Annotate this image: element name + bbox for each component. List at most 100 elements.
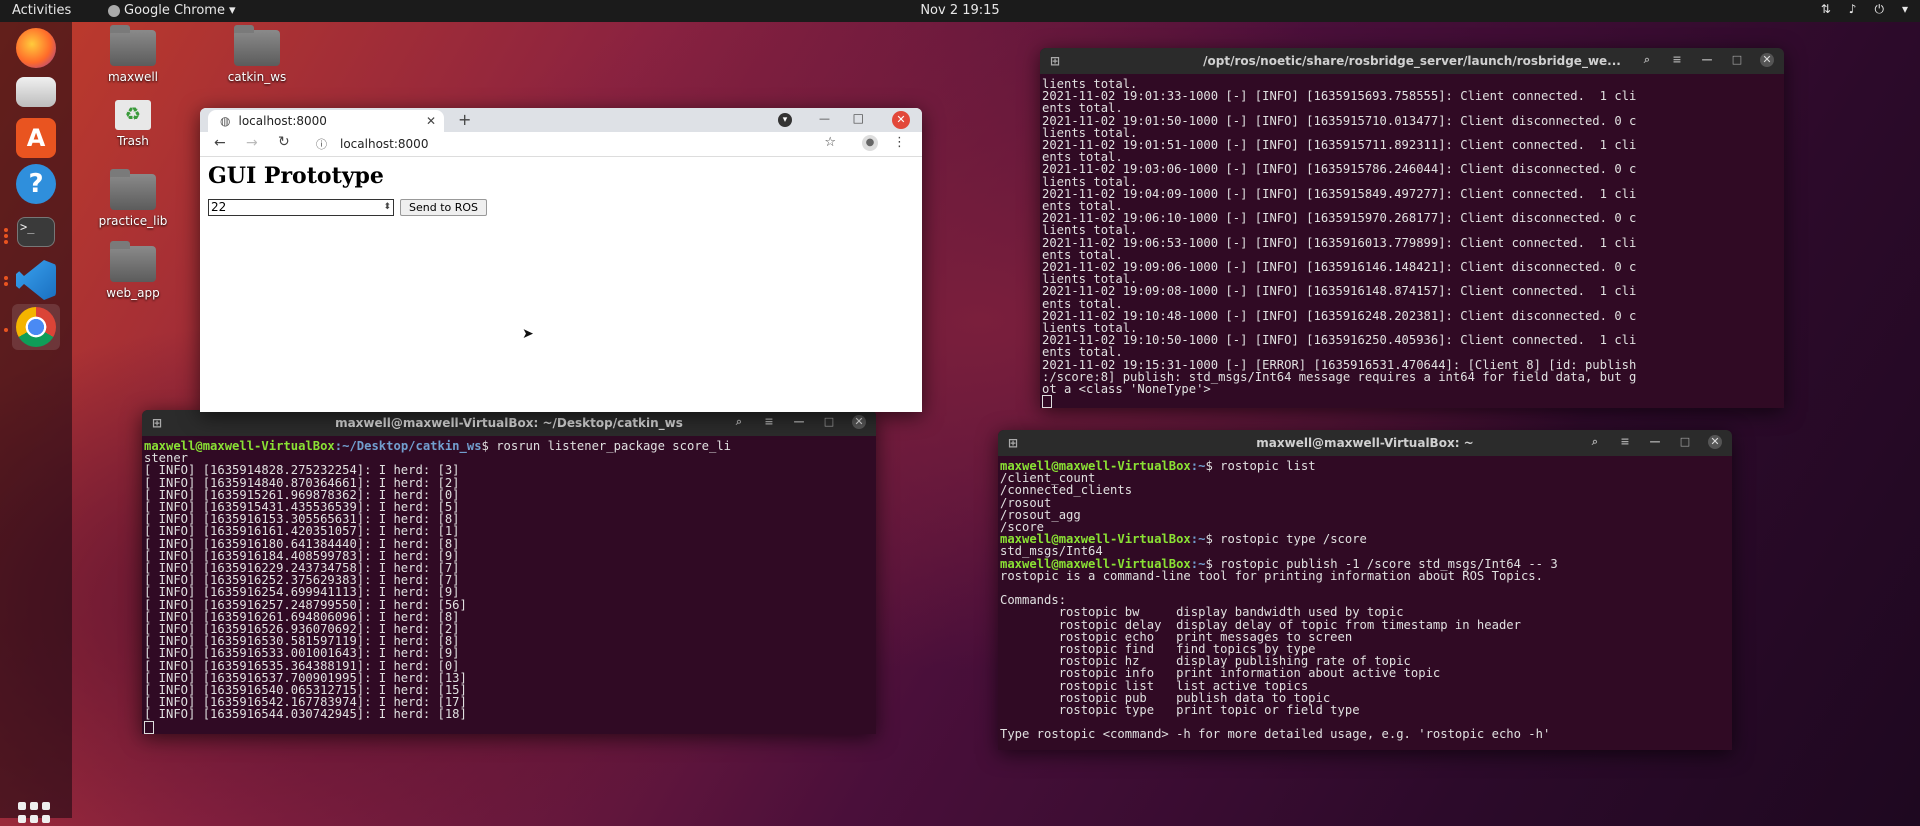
browser-tab[interactable]: ◍ localhost:8000 ✕ xyxy=(208,110,444,132)
back-icon[interactable]: ← xyxy=(214,135,226,151)
desktop-icon-home[interactable]: maxwell xyxy=(88,25,178,84)
folder-icon xyxy=(110,169,156,210)
profile-icon[interactable]: ● xyxy=(862,135,878,151)
spinner-icon[interactable]: ⬍ xyxy=(383,200,391,215)
window-titlebar[interactable]: ⊞ /opt/ros/noetic/share/rosbridge_server… xyxy=(1040,48,1784,74)
window-title: maxwell@maxwell-VirtualBox: ~/Desktop/ca… xyxy=(335,416,683,430)
reload-icon[interactable]: ↻ xyxy=(278,134,290,150)
top-bar: Activities Google Chrome ▾ Nov 2 19:15 ⇅… xyxy=(0,0,1920,22)
terminal-output[interactable]: maxwell@maxwell-VirtualBox:~$ rostopic l… xyxy=(998,456,1732,741)
running-indicator xyxy=(4,282,8,286)
trash-icon: ♻ xyxy=(115,100,151,130)
maximize-button[interactable]: □ xyxy=(1678,435,1692,449)
help-line: rostopic type print topic or field type xyxy=(1000,703,1360,718)
maximize-button[interactable]: □ xyxy=(822,415,836,429)
new-tab-icon[interactable]: ⊞ xyxy=(1008,436,1018,450)
listener-terminal-window[interactable]: ⊞ maxwell@maxwell-VirtualBox: ~/Desktop/… xyxy=(142,410,876,734)
page-content: GUI Prototype 22 ⬍ Send to ROS ➤ xyxy=(200,157,922,342)
close-button[interactable]: ✕ xyxy=(1708,435,1722,449)
more-menu-icon[interactable]: ⋮ xyxy=(893,135,906,150)
folder-icon xyxy=(110,241,156,282)
info-icon: ⓘ xyxy=(316,138,327,151)
window-title: maxwell@maxwell-VirtualBox: ~ xyxy=(1256,436,1474,450)
mouse-cursor-icon: ➤ xyxy=(522,326,534,342)
dock-firefox[interactable] xyxy=(12,28,60,68)
close-button[interactable]: ✕ xyxy=(1760,53,1774,67)
new-tab-icon[interactable]: ⊞ xyxy=(152,416,162,430)
dock-vscode[interactable] xyxy=(12,260,60,300)
desktop-icon-label: catkin_ws xyxy=(227,70,287,84)
command: $ rostopic type /score xyxy=(1205,532,1367,547)
tab-close-icon[interactable]: ✕ xyxy=(426,114,436,128)
prompt-path: :~/Desktop/catkin_ws xyxy=(334,439,482,453)
menu-icon[interactable]: ≡ xyxy=(762,415,776,429)
maximize-button[interactable]: □ xyxy=(853,111,864,125)
dock-terminal[interactable]: >_ xyxy=(12,212,60,252)
search-icon[interactable]: ⌕ xyxy=(732,415,746,429)
desktop-icon-catkin-ws[interactable]: catkin_ws xyxy=(212,25,302,84)
menu-icon[interactable]: ≡ xyxy=(1618,435,1632,449)
help-icon: ? xyxy=(16,164,56,204)
show-applications-button[interactable] xyxy=(18,802,52,826)
chrome-window[interactable]: ◍ localhost:8000 ✕ + ▾ — □ ✕ ← → ↻ ⓘ loc… xyxy=(200,108,922,412)
log-line: 2021-11-02 19:01:51-1000 [-] [INFO] [163… xyxy=(1042,138,1637,153)
desktop-icon-label: maxwell xyxy=(107,70,158,84)
address-bar[interactable]: localhost:8000 xyxy=(340,137,428,151)
home-folder-icon xyxy=(110,25,156,66)
desktop-icon-label: web_app xyxy=(106,286,160,300)
volume-icon: ♪ xyxy=(1848,2,1857,16)
running-indicator xyxy=(4,328,8,332)
terminal-icon: >_ xyxy=(17,217,55,247)
terminal-output[interactable]: maxwell@maxwell-VirtualBox:~/Desktop/cat… xyxy=(142,436,876,734)
help-line: Type rostopic <command> -h for more deta… xyxy=(1000,727,1551,742)
rostopic-terminal-window[interactable]: ⊞ maxwell@maxwell-VirtualBox: ~ ⌕ ≡ — □ … xyxy=(998,430,1732,750)
forward-icon[interactable]: → xyxy=(246,135,258,151)
help-line: rostopic is a command-line tool for prin… xyxy=(1000,568,1543,583)
window-titlebar[interactable]: ⊞ maxwell@maxwell-VirtualBox: ~/Desktop/… xyxy=(142,410,876,436)
send-to-ros-button[interactable]: Send to ROS xyxy=(400,199,488,216)
desktop-icon-label: Trash xyxy=(117,134,149,148)
profile-dropdown-icon[interactable]: ▾ xyxy=(778,113,792,127)
window-titlebar[interactable]: ⊞ maxwell@maxwell-VirtualBox: ~ ⌕ ≡ — □ … xyxy=(998,430,1732,456)
menu-icon[interactable]: ≡ xyxy=(1670,53,1684,67)
command: $ rosrun listener_package score_li xyxy=(481,439,732,453)
prompt-path: :~ xyxy=(1190,459,1206,473)
terminal-output[interactable]: lients total. 2021-11-02 19:01:33-1000 [… xyxy=(1040,74,1784,408)
rosbridge-terminal-window[interactable]: ⊞ /opt/ros/noetic/share/rosbridge_server… xyxy=(1040,48,1784,408)
dock: A ? >_ xyxy=(0,22,72,823)
log-line: 2021-11-02 19:09:08-1000 [-] [INFO] [163… xyxy=(1042,284,1637,299)
power-icon: ⏻ xyxy=(1874,2,1884,16)
new-tab-button[interactable]: + xyxy=(458,110,471,129)
desktop-icon-trash[interactable]: ♻ Trash xyxy=(88,100,178,148)
maximize-button[interactable]: □ xyxy=(1730,53,1744,67)
dock-chrome[interactable] xyxy=(12,304,60,350)
folder-icon xyxy=(234,25,280,66)
clock[interactable]: Nov 2 19:15 xyxy=(0,3,1920,18)
terminal-log: [ INFO] [1635914828.275232254]: I herd: … xyxy=(144,463,467,721)
network-icon: ⇅ xyxy=(1820,2,1831,16)
close-button[interactable]: ✕ xyxy=(892,111,910,129)
minimize-button[interactable]: — xyxy=(792,415,806,429)
close-button[interactable]: ✕ xyxy=(852,415,866,429)
minimize-button[interactable]: — xyxy=(819,112,830,125)
dock-software[interactable]: A xyxy=(12,118,60,158)
log-line: 2021-11-02 19:01:33-1000 [-] [INFO] [163… xyxy=(1042,89,1637,104)
system-tray[interactable]: ⇅ ♪ ⏻ ▾ xyxy=(1821,2,1908,17)
desktop-icon-web-app[interactable]: web_app xyxy=(88,241,178,300)
dock-help[interactable]: ? xyxy=(12,164,60,204)
running-indicator xyxy=(4,276,8,280)
score-number-input[interactable]: 22 ⬍ xyxy=(208,199,394,216)
tab-strip: ◍ localhost:8000 ✕ + ▾ — □ ✕ xyxy=(200,108,922,132)
minimize-button[interactable]: — xyxy=(1648,435,1662,449)
dock-files[interactable] xyxy=(12,72,60,112)
bookmark-star-icon[interactable]: ☆ xyxy=(824,135,836,150)
command: $ rostopic list xyxy=(1205,459,1316,473)
desktop-icon-practice-lib[interactable]: practice_lib xyxy=(88,169,178,228)
minimize-button[interactable]: — xyxy=(1700,53,1714,67)
globe-icon: ◍ xyxy=(220,114,231,128)
files-icon xyxy=(16,77,56,107)
new-tab-icon[interactable]: ⊞ xyxy=(1050,54,1060,68)
running-indicator xyxy=(4,228,8,232)
search-icon[interactable]: ⌕ xyxy=(1588,435,1602,449)
search-icon[interactable]: ⌕ xyxy=(1640,53,1654,67)
